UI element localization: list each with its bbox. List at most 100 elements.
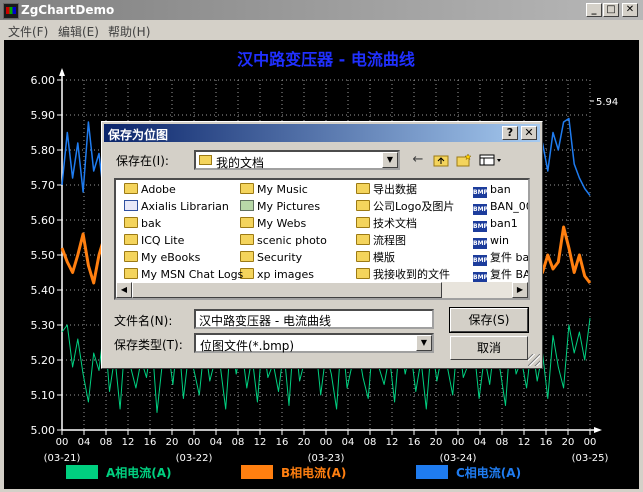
file-item[interactable]: My MSN Chat Logs bbox=[124, 267, 243, 283]
folder-icon bbox=[124, 251, 138, 262]
menu-help[interactable]: 帮助(H) bbox=[108, 23, 150, 40]
folder-icon bbox=[356, 234, 370, 245]
minimize-button[interactable]: _ bbox=[586, 3, 602, 17]
bmp-icon: BMP bbox=[473, 187, 488, 198]
file-item-label: My MSN Chat Logs bbox=[141, 268, 244, 281]
file-item[interactable]: scenic photo bbox=[240, 233, 327, 249]
chart-title: 汉中路变压器 - 电流曲线 bbox=[237, 50, 415, 69]
file-item[interactable]: 模版 bbox=[356, 250, 395, 266]
back-icon[interactable]: ← bbox=[408, 151, 428, 169]
file-item[interactable]: BMP win bbox=[473, 233, 509, 249]
pictures-folder-icon bbox=[240, 200, 254, 211]
app-icon[interactable] bbox=[3, 3, 19, 19]
file-item-label: 公司Logo及图片 bbox=[373, 200, 455, 213]
legend-swatch bbox=[66, 465, 98, 479]
chevron-down-icon[interactable]: ▼ bbox=[416, 335, 432, 351]
file-item[interactable]: ICQ Lite bbox=[124, 233, 184, 249]
filetype-dropdown[interactable]: 位图文件(*.bmp) ▼ bbox=[194, 333, 434, 353]
x-tick-label: 16 bbox=[144, 437, 157, 448]
dialog-close-button[interactable]: ✕ bbox=[521, 126, 537, 140]
y-tick-label: 5.60 bbox=[31, 214, 56, 227]
x-axis-arrow bbox=[594, 427, 602, 433]
file-item[interactable]: bak bbox=[124, 216, 161, 232]
my-documents-icon bbox=[199, 155, 212, 165]
y-tick-label: 6.00 bbox=[31, 74, 56, 87]
menu-edit[interactable]: 编辑(E) bbox=[58, 23, 99, 40]
chevron-down-icon[interactable]: ▼ bbox=[382, 152, 398, 168]
up-folder-icon[interactable] bbox=[431, 151, 451, 169]
file-list[interactable]: BMP复件 BANBMP复件 banBMPwinBMPban1BMPBAN_00… bbox=[114, 178, 530, 300]
file-item-label: 复件 ban bbox=[490, 251, 530, 264]
file-item[interactable]: My Music bbox=[240, 182, 308, 198]
folder-icon bbox=[356, 217, 370, 228]
scroll-thumb[interactable] bbox=[132, 282, 442, 298]
file-item[interactable]: 我接收到的文件 bbox=[356, 267, 450, 283]
y-tick-label: 5.00 bbox=[31, 424, 56, 437]
file-item-label: bak bbox=[141, 217, 162, 230]
file-item[interactable]: BMP ban bbox=[473, 182, 511, 198]
file-item[interactable]: xp images bbox=[240, 267, 314, 283]
help-button[interactable]: ? bbox=[502, 126, 518, 140]
save-button[interactable]: 保存(S) bbox=[449, 307, 529, 333]
file-item[interactable]: My Pictures bbox=[240, 199, 320, 215]
folder-icon bbox=[356, 251, 370, 262]
x-tick-label: 12 bbox=[254, 437, 267, 448]
file-item[interactable]: Adobe bbox=[124, 182, 176, 198]
file-item[interactable]: My Webs bbox=[240, 216, 306, 232]
title-bar: ZgChartDemo _ □ ✕ bbox=[0, 0, 643, 20]
legend-swatch bbox=[416, 465, 448, 479]
file-item[interactable]: 导出数据 bbox=[356, 182, 417, 198]
folder-icon bbox=[240, 183, 254, 194]
file-item-label: My Music bbox=[257, 183, 308, 196]
x-tick-label: 08 bbox=[496, 437, 509, 448]
cancel-button[interactable]: 取消 bbox=[450, 336, 528, 360]
file-item[interactable]: 流程图 bbox=[356, 233, 406, 249]
x-tick-label: 20 bbox=[166, 437, 179, 448]
file-item-label: 流程图 bbox=[373, 234, 406, 247]
close-button[interactable]: ✕ bbox=[622, 3, 638, 17]
file-item[interactable]: 技术文档 bbox=[356, 216, 417, 232]
filename-input[interactable]: 汉中路变压器 - 电流曲线 bbox=[194, 309, 434, 329]
file-item-label: Adobe bbox=[141, 183, 176, 196]
folder-icon bbox=[124, 268, 138, 279]
filetype-label: 保存类型(T): bbox=[114, 338, 183, 352]
file-item[interactable]: Axialis Librarian bbox=[124, 199, 229, 215]
view-menu-icon[interactable] bbox=[478, 151, 504, 169]
x-tick-label: 08 bbox=[364, 437, 377, 448]
resize-grip[interactable] bbox=[528, 354, 540, 366]
save-in-value: 我的文档 bbox=[216, 156, 265, 170]
x-date-label: (03-21) bbox=[44, 453, 81, 464]
save-in-dropdown[interactable]: 我的文档 ▼ bbox=[194, 150, 400, 170]
file-item-label: scenic photo bbox=[257, 234, 327, 247]
file-item[interactable]: BMP复件 BAN bbox=[473, 267, 528, 283]
x-tick-label: 00 bbox=[56, 437, 69, 448]
menu-file[interactable]: 文件(F) bbox=[8, 23, 48, 40]
x-tick-label: 16 bbox=[540, 437, 553, 448]
file-item[interactable]: BMPBAN_001 bbox=[473, 199, 528, 215]
file-item[interactable]: My eBooks bbox=[124, 250, 200, 266]
x-tick-label: 16 bbox=[408, 437, 421, 448]
folder-icon bbox=[240, 217, 254, 228]
y-tick-label: 5.50 bbox=[31, 249, 56, 262]
y-tick-label: 5.90 bbox=[31, 109, 56, 122]
new-folder-icon[interactable] bbox=[454, 151, 474, 169]
file-item[interactable]: Security bbox=[240, 250, 302, 266]
file-item[interactable]: 公司Logo及图片 bbox=[356, 199, 454, 215]
file-item[interactable]: BMP ban1 bbox=[473, 216, 518, 232]
folder-icon bbox=[124, 183, 138, 194]
scroll-right-icon[interactable]: ▶ bbox=[512, 282, 528, 298]
x-date-label: (03-22) bbox=[176, 453, 213, 464]
file-item-label: win bbox=[490, 234, 510, 247]
save-dialog: 保存为位图 ? ✕ 保存在(I): 我的文档 ▼ ← BMP复件 BANBMP复… bbox=[101, 121, 543, 369]
maximize-button[interactable]: □ bbox=[603, 3, 619, 17]
legend-label: C相电流(A) bbox=[456, 465, 521, 480]
scroll-left-icon[interactable]: ◀ bbox=[116, 282, 132, 298]
horizontal-scrollbar[interactable]: ◀ ▶ bbox=[116, 282, 528, 298]
y-tick-label: 5.40 bbox=[31, 284, 56, 297]
bmp-icon: BMP bbox=[473, 255, 488, 266]
file-item-label: ban bbox=[490, 183, 511, 196]
x-tick-label: 04 bbox=[474, 437, 487, 448]
file-item[interactable]: BMP复件 ban bbox=[473, 250, 530, 266]
x-tick-label: 16 bbox=[276, 437, 289, 448]
x-tick-label: 08 bbox=[232, 437, 245, 448]
